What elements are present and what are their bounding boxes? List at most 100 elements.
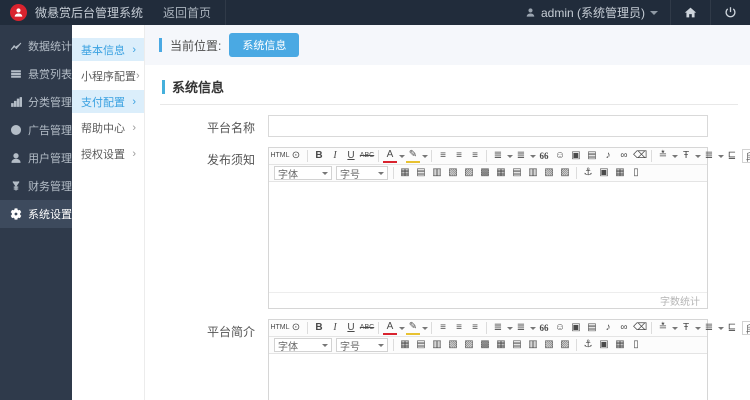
blockquote-button[interactable]: 66 xyxy=(537,149,551,163)
table-row-props-icon[interactable]: ▥ xyxy=(430,338,444,352)
ordered-list-button[interactable]: ≣ xyxy=(491,149,505,163)
unordered-list-button[interactable]: ≣ xyxy=(514,321,528,335)
split-cell-icon[interactable]: ▥ xyxy=(526,166,540,180)
rich-text-area[interactable] xyxy=(269,182,707,292)
align-right-button[interactable]: ≡ xyxy=(468,321,482,335)
user-menu[interactable]: admin (系统管理员) xyxy=(513,4,670,21)
submenu-item-3[interactable]: 支付配置› xyxy=(72,90,144,113)
font-family-select[interactable]: 字体 xyxy=(274,338,332,352)
unordered-list-button[interactable]: ≣ xyxy=(514,149,528,163)
font-color-button[interactable]: A xyxy=(383,150,397,163)
emoji-button[interactable]: ☺ xyxy=(553,321,567,335)
image-button[interactable]: ▣ xyxy=(569,321,583,335)
insert-col-left-icon[interactable]: ▩ xyxy=(478,166,492,180)
insert-col-right-icon[interactable]: ▦ xyxy=(494,338,508,352)
submenu-item-1[interactable]: 基本信息› xyxy=(72,38,144,61)
quick-format-button[interactable]: ⊑ xyxy=(725,149,739,163)
insert-col-left-icon[interactable]: ▩ xyxy=(478,338,492,352)
quick-format-button[interactable]: ⊑ xyxy=(725,321,739,335)
submenu-item-2[interactable]: 小程序配置› xyxy=(72,64,144,87)
italic-button[interactable]: I xyxy=(328,149,342,163)
font-size-select[interactable]: 字号 xyxy=(336,338,388,352)
code-button[interactable]: ▣ xyxy=(597,166,611,180)
align-center-button[interactable]: ≡ xyxy=(452,321,466,335)
anchor-button[interactable]: ⚓ xyxy=(581,166,595,180)
indent-button[interactable]: ≛ xyxy=(656,321,670,335)
music-button[interactable]: ♪ xyxy=(601,149,615,163)
paste-button[interactable]: ▯ xyxy=(629,166,643,180)
sidebar-item-7[interactable]: 系统设置 xyxy=(0,200,72,228)
ordered-list-button[interactable]: ≣ xyxy=(491,321,505,335)
logout-button[interactable] xyxy=(710,0,750,25)
delete-col-icon[interactable]: ▨ xyxy=(558,166,572,180)
font-family-select[interactable]: 字体 xyxy=(274,166,332,180)
sidebar-item-3[interactable]: 分类管理 xyxy=(0,88,72,116)
paste-button[interactable]: ▯ xyxy=(629,338,643,352)
italic-button[interactable]: I xyxy=(328,321,342,335)
submenu-item-5[interactable]: 授权设置› xyxy=(72,142,144,165)
delete-col-icon[interactable]: ▨ xyxy=(558,338,572,352)
table-cell-props-icon[interactable]: ▤ xyxy=(414,166,428,180)
sidebar-item-2[interactable]: 悬赏列表 xyxy=(0,60,72,88)
table-cell-props-icon[interactable]: ▤ xyxy=(414,338,428,352)
merge-cells-icon[interactable]: ▤ xyxy=(510,338,524,352)
delete-row-icon[interactable]: ▧ xyxy=(542,338,556,352)
submenu-item-4[interactable]: 帮助中心› xyxy=(72,116,144,139)
align-center-button[interactable]: ≡ xyxy=(452,149,466,163)
print-button[interactable]: ▦ xyxy=(613,166,627,180)
paragraph-spacing-button[interactable]: ≣ xyxy=(702,149,716,163)
blockquote-button[interactable]: 66 xyxy=(537,321,551,335)
preview-icon[interactable]: ⊙ xyxy=(289,149,303,163)
paragraph-format-select[interactable]: 段落格式 xyxy=(742,149,750,163)
align-left-button[interactable]: ≡ xyxy=(436,149,450,163)
breadcrumb-current-button[interactable]: 系统信息 xyxy=(229,33,299,57)
print-button[interactable]: ▦ xyxy=(613,338,627,352)
home-button[interactable] xyxy=(670,0,710,25)
underline-button[interactable]: U xyxy=(344,149,358,163)
line-height-button[interactable]: Ŧ xyxy=(679,321,693,335)
highlight-color-button[interactable]: ✎ xyxy=(406,150,420,163)
code-button[interactable]: ▣ xyxy=(597,338,611,352)
underline-button[interactable]: U xyxy=(344,321,358,335)
emoji-button[interactable]: ☺ xyxy=(553,149,567,163)
link-button[interactable]: ∞ xyxy=(617,321,631,335)
link-button[interactable]: ∞ xyxy=(617,149,631,163)
music-button[interactable]: ♪ xyxy=(601,321,615,335)
insert-table-icon[interactable]: ▦ xyxy=(398,338,412,352)
insert-row-below-icon[interactable]: ▨ xyxy=(462,166,476,180)
eraser-button[interactable]: ⌫ xyxy=(633,149,647,163)
eraser-button[interactable]: ⌫ xyxy=(633,321,647,335)
html-source-button[interactable]: HTML xyxy=(273,321,287,335)
video-button[interactable]: ▤ xyxy=(585,321,599,335)
paragraph-spacing-button[interactable]: ≣ xyxy=(702,321,716,335)
paragraph-format-select[interactable]: 段落格式 xyxy=(742,321,750,335)
rich-text-area[interactable] xyxy=(269,354,707,400)
strikethrough-button[interactable]: ABC xyxy=(360,321,374,335)
insert-row-below-icon[interactable]: ▨ xyxy=(462,338,476,352)
indent-button[interactable]: ≛ xyxy=(656,149,670,163)
line-height-button[interactable]: Ŧ xyxy=(679,149,693,163)
bold-button[interactable]: B xyxy=(312,149,326,163)
platform-name-input[interactable] xyxy=(268,115,708,137)
sidebar-item-4[interactable]: 广告管理 xyxy=(0,116,72,144)
align-right-button[interactable]: ≡ xyxy=(468,149,482,163)
merge-cells-icon[interactable]: ▤ xyxy=(510,166,524,180)
image-button[interactable]: ▣ xyxy=(569,149,583,163)
preview-icon[interactable]: ⊙ xyxy=(289,321,303,335)
insert-row-above-icon[interactable]: ▧ xyxy=(446,338,460,352)
sidebar-item-6[interactable]: 财务管理 xyxy=(0,172,72,200)
align-left-button[interactable]: ≡ xyxy=(436,321,450,335)
video-button[interactable]: ▤ xyxy=(585,149,599,163)
split-cell-icon[interactable]: ▥ xyxy=(526,338,540,352)
table-row-props-icon[interactable]: ▥ xyxy=(430,166,444,180)
font-size-select[interactable]: 字号 xyxy=(336,166,388,180)
insert-col-right-icon[interactable]: ▦ xyxy=(494,166,508,180)
delete-row-icon[interactable]: ▧ xyxy=(542,166,556,180)
highlight-color-button[interactable]: ✎ xyxy=(406,322,420,335)
insert-table-icon[interactable]: ▦ xyxy=(398,166,412,180)
anchor-button[interactable]: ⚓ xyxy=(581,338,595,352)
back-home-link[interactable]: 返回首页 xyxy=(163,4,211,21)
sidebar-item-5[interactable]: 用户管理 xyxy=(0,144,72,172)
font-color-button[interactable]: A xyxy=(383,322,397,335)
strikethrough-button[interactable]: ABC xyxy=(360,149,374,163)
